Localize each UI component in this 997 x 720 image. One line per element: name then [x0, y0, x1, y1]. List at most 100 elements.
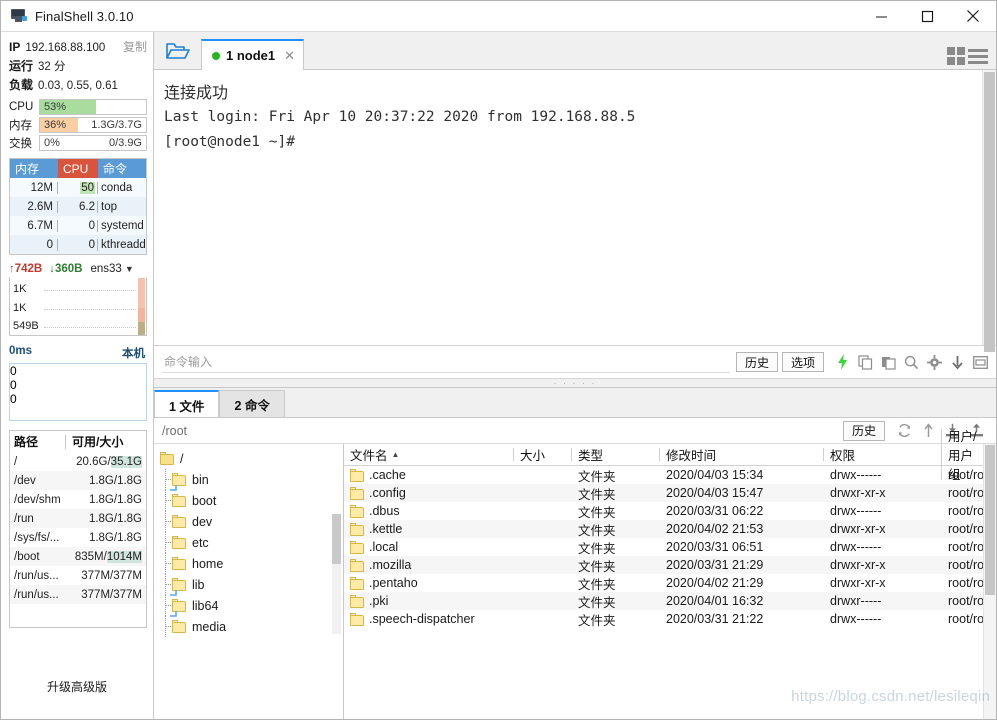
tree-item[interactable]: etc: [158, 532, 343, 553]
file-col-mtime[interactable]: 修改时间: [659, 445, 824, 464]
file-owner: root/root: [948, 612, 983, 626]
file-permissions: drwxr-xr-x: [830, 486, 886, 500]
copy-icon[interactable]: [857, 354, 873, 370]
latency-value: 0ms: [9, 345, 33, 357]
file-permissions: drwxr-xr-x: [830, 558, 886, 572]
file-col-size[interactable]: 大小: [513, 445, 572, 464]
file-col-perm[interactable]: 权限: [823, 445, 942, 464]
process-col-command[interactable]: 命令: [98, 159, 146, 178]
tree-item[interactable]: lib64: [158, 595, 343, 617]
table-row[interactable]: .local 文件夹 2020/03/31 06:51 drwx------ root/…: [344, 538, 983, 556]
command-options-button[interactable]: 选项: [781, 352, 824, 372]
process-row[interactable]: 12M 50 conda: [10, 178, 146, 197]
tree-item[interactable]: media: [158, 616, 343, 637]
chevron-down-icon[interactable]: ▼: [125, 264, 134, 274]
disk-row[interactable]: /run/us... 377M/377M: [10, 566, 146, 585]
table-row[interactable]: .pki 文件夹 2020/04/01 16:32 drwxr----- root/ro…: [344, 592, 983, 610]
resource-meters: CPU 53% 内存 36% 1.3G/3.7G 交换 0% 0/3.9G: [1, 97, 153, 151]
lightning-icon[interactable]: [834, 354, 850, 370]
disk-row[interactable]: /dev 1.8G/1.8G: [10, 471, 146, 490]
file-type: 文件夹: [578, 577, 616, 592]
path-input[interactable]: [162, 423, 843, 438]
session-tab-strip: 1 node1 ✕: [154, 32, 996, 70]
process-row[interactable]: 0 0 kthreadd: [10, 235, 146, 254]
disk-row[interactable]: /sys/fs/... 1.8G/1.8G: [10, 528, 146, 547]
gear-icon[interactable]: [926, 354, 942, 370]
file-col-label: 权限: [830, 449, 856, 463]
upgrade-link[interactable]: 升级高级版: [1, 678, 153, 719]
tab-files[interactable]: 1 文件: [154, 390, 220, 418]
copy-ip-button[interactable]: 复制: [123, 38, 147, 55]
file-type: 文件夹: [578, 523, 616, 538]
tree-item[interactable]: boot: [158, 490, 343, 511]
terminal-output[interactable]: 连接成功 Last login: Fri Apr 10 20:37:22 202…: [154, 70, 982, 345]
file-history-button[interactable]: 历史: [842, 420, 885, 441]
file-list-body: .cache 文件夹 2020/04/03 15:34 drwx------ root/…: [344, 466, 983, 719]
file-col-name[interactable]: 文件名 ▲: [344, 445, 514, 464]
disk-row[interactable]: /boot 835M/1014M: [10, 547, 146, 566]
splitter-dots: · · · · ·: [553, 378, 597, 388]
file-col-type[interactable]: 类型: [571, 445, 660, 464]
process-row[interactable]: 2.6M 6.2 top: [10, 197, 146, 216]
disk-usage: 1.8G/1.8G: [88, 474, 142, 487]
tree-item-label: etc: [192, 535, 209, 550]
tree-root-item[interactable]: /: [158, 448, 343, 469]
paste-icon[interactable]: [880, 354, 896, 370]
disk-col-path[interactable]: 路径: [10, 433, 65, 450]
table-row[interactable]: .cache 文件夹 2020/04/03 15:34 drwx------ root/…: [344, 466, 983, 484]
tree-item[interactable]: bin: [158, 469, 343, 491]
disk-path: /run: [14, 512, 34, 525]
tree-item[interactable]: dev: [158, 511, 343, 532]
terminal-scrollbar[interactable]: [982, 70, 996, 352]
network-interface[interactable]: ens33: [91, 263, 122, 275]
refresh-icon[interactable]: [897, 423, 912, 438]
close-icon[interactable]: ✕: [284, 48, 295, 64]
session-tab-node1[interactable]: 1 node1 ✕: [201, 39, 305, 70]
open-folder-icon[interactable]: [154, 32, 201, 69]
disk-row[interactable]: /run/us... 377M/377M: [10, 585, 146, 604]
uptime-value: 32 分: [38, 61, 66, 73]
meter-percent: 36%: [44, 119, 67, 131]
tree-scrollbar[interactable]: [332, 514, 341, 634]
panel-splitter[interactable]: · · · · ·: [154, 379, 996, 388]
file-permissions: drwx------: [830, 540, 882, 554]
file-mtime: 2020/04/02 21:53: [666, 522, 764, 536]
download-icon[interactable]: [949, 354, 965, 370]
process-col-memory[interactable]: 内存: [10, 159, 58, 178]
process-col-cpu[interactable]: CPU: [58, 159, 98, 178]
table-row[interactable]: .mozilla 文件夹 2020/03/31 21:29 drwxr-xr-x roo…: [344, 556, 983, 574]
disk-path: /dev/shm: [14, 493, 61, 506]
file-list-scrollbar[interactable]: [983, 444, 996, 719]
grid-view-icon[interactable]: [947, 47, 965, 65]
command-input[interactable]: [162, 351, 730, 373]
disk-row[interactable]: / 20.6G/35.1G: [10, 452, 146, 471]
panel-resize-handle[interactable]: [151, 341, 154, 377]
table-row[interactable]: .config 文件夹 2020/04/03 15:47 drwxr-xr-x root…: [344, 484, 983, 502]
window-icon[interactable]: [972, 354, 988, 370]
file-owner: root/root: [948, 522, 983, 536]
table-row[interactable]: .pentaho 文件夹 2020/04/02 21:29 drwxr-xr-x roo…: [344, 574, 983, 592]
tree-item[interactable]: home: [158, 553, 343, 574]
process-memory: 12M: [10, 181, 58, 194]
process-row[interactable]: 6.7M 0 systemd: [10, 216, 146, 235]
disk-col-usage[interactable]: 可用/大小: [66, 433, 146, 450]
maximize-button[interactable]: [904, 1, 950, 32]
table-row[interactable]: .speech-dispatcher 文件夹 2020/03/31 21:22 drw…: [344, 610, 983, 628]
minimize-button[interactable]: [858, 1, 904, 32]
latency-summary: 0ms 本机: [1, 336, 153, 363]
meter-label: 内存: [9, 120, 32, 132]
file-name-cell: .local: [344, 540, 514, 554]
file-name-cell: .cache: [344, 468, 514, 482]
close-button[interactable]: [950, 1, 996, 32]
search-icon[interactable]: [903, 354, 919, 370]
table-row[interactable]: .dbus 文件夹 2020/03/31 06:22 drwx------ root/r…: [344, 502, 983, 520]
disk-row[interactable]: /run 1.8G/1.8G: [10, 509, 146, 528]
table-row[interactable]: .kettle 文件夹 2020/04/02 21:53 drwxr-xr-x root…: [344, 520, 983, 538]
list-view-icon[interactable]: [968, 48, 988, 64]
net-axis-0: 1K: [13, 283, 27, 295]
up-directory-icon[interactable]: [921, 423, 936, 438]
tree-item[interactable]: lib: [158, 574, 343, 596]
command-history-button[interactable]: 历史: [735, 352, 778, 372]
disk-row[interactable]: /dev/shm 1.8G/1.8G: [10, 490, 146, 509]
tab-commands[interactable]: 2 命令: [219, 390, 285, 418]
